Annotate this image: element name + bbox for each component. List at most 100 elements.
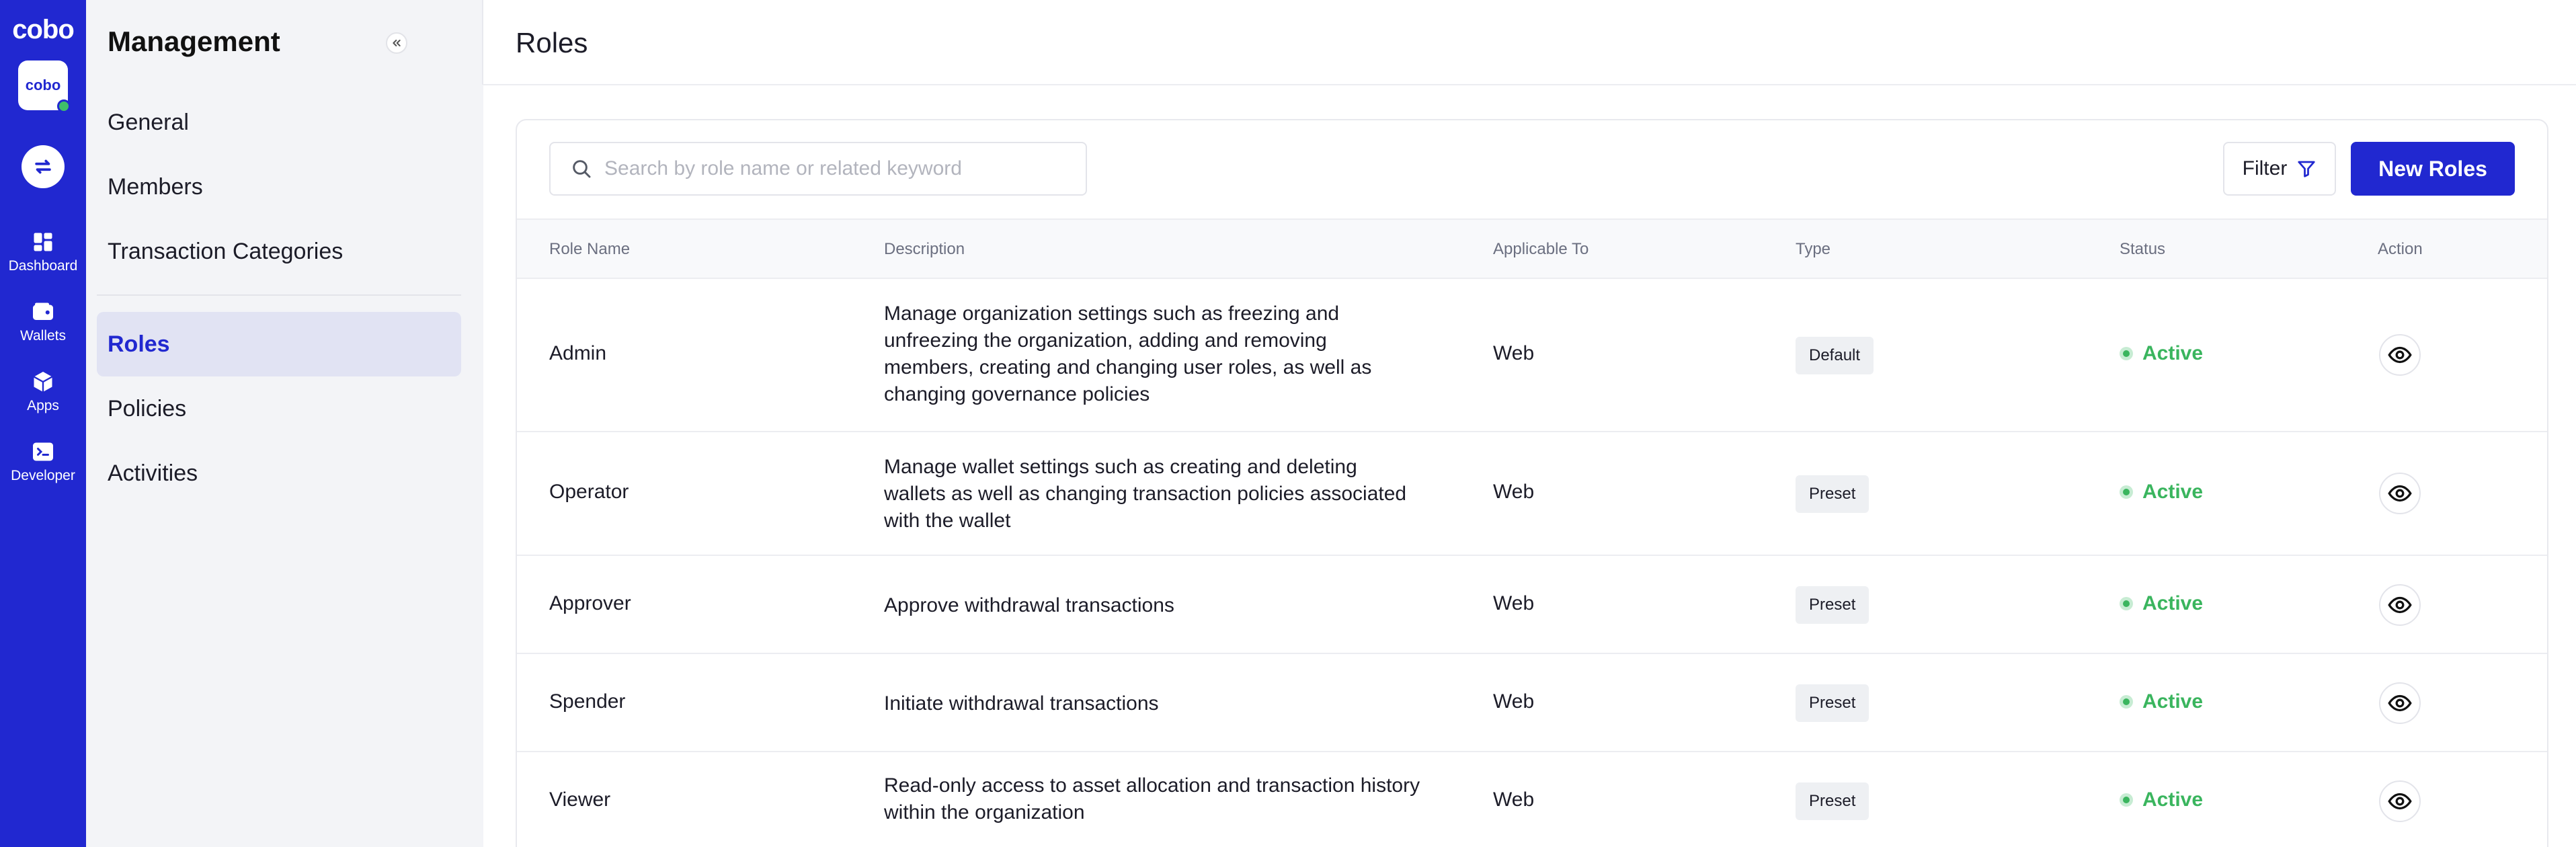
sidebar-item-policies[interactable]: Policies [97,376,461,441]
main-content: Roles Filter New Roles Role Name Descrip… [483,0,2576,847]
management-sidebar: Management General Members Transaction C… [86,0,483,847]
table-row: Viewer Read-only access to asset allocat… [517,752,2547,847]
column-header-action: Action [2378,240,2423,258]
view-role-button[interactable] [2379,473,2421,514]
new-roles-button[interactable]: New Roles [2351,142,2515,196]
column-header-status: Status [2120,240,2166,258]
column-header-applicable-to: Applicable To [1493,240,1589,258]
role-description: Approve withdrawal transactions [884,594,1174,616]
sidebar-item-roles[interactable]: Roles [97,312,461,376]
status-indicator: Active [2120,690,2203,713]
eye-icon [2388,694,2412,712]
wallet-icon [33,302,53,320]
sidebar-item-members[interactable]: Members [97,155,461,219]
cobo-logo[interactable]: cobo [0,15,86,45]
sidebar-item-activities[interactable]: Activities [97,441,461,506]
column-header-description: Description [884,240,965,258]
swap-icon [35,159,51,174]
applicable-to: Web [1493,481,1535,503]
table-row: Admin Manage organization settings such … [517,279,2547,432]
eye-icon [2388,346,2412,364]
view-role-button[interactable] [2379,682,2421,724]
role-name: Operator [549,481,629,503]
status-label: Active [2142,789,2204,811]
sidebar-title: Management [108,26,280,57]
status-dot-icon [2120,485,2133,499]
column-header-type: Type [1796,240,1831,258]
status-indicator: Active [2120,592,2203,615]
rail-item-developer[interactable]: Developer [0,440,86,484]
sidebar-item-transaction-categories[interactable]: Transaction Categories [97,219,461,284]
role-name: Viewer [549,789,611,811]
role-name: Spender [549,690,626,713]
filter-label: Filter [2242,157,2288,179]
applicable-to: Web [1493,690,1535,713]
search-input[interactable] [604,157,1061,180]
rail-item-label: Developer [11,468,75,483]
page-header: Roles [483,0,2576,85]
rail-item-label: Wallets [19,328,67,344]
status-indicator: Active [2120,342,2203,365]
status-dot-icon [2120,597,2133,610]
eye-icon [2388,596,2412,614]
status-dot-icon [2120,793,2133,807]
filter-icon [2298,161,2315,177]
collapse-sidebar-button[interactable] [386,32,407,54]
sidebar-menu: General Members Transaction Categories R… [86,85,483,847]
status-label: Active [2142,592,2204,614]
filter-button[interactable]: Filter [2223,142,2336,196]
type-badge: Preset [1796,782,1869,820]
table-row: Spender Initiate withdrawal transactions… [517,654,2547,752]
type-badge: Default [1796,337,1874,374]
online-status-dot [57,99,71,113]
sidebar-item-general[interactable]: General [97,90,461,155]
rail-item-wallets[interactable]: Wallets [0,300,86,344]
app-rail: cobo cobo Dashboard Wallets Apps Develop… [0,0,86,847]
view-role-button[interactable] [2379,780,2421,822]
status-label: Active [2142,342,2204,364]
table-header: Role Name Description Applicable To Type… [517,218,2547,279]
org-avatar-label: cobo [25,77,61,93]
status-label: Active [2142,690,2204,713]
roles-card: Filter New Roles Role Name Description A… [516,119,2548,847]
type-badge: Preset [1796,475,1869,513]
applicable-to: Web [1493,789,1535,811]
status-dot-icon [2120,347,2133,360]
type-badge: Preset [1796,684,1869,722]
rail-item-apps[interactable]: Apps [0,370,86,414]
role-description: Read-only access to asset allocation and… [884,774,1420,823]
role-name: Approver [549,592,631,614]
role-name: Admin [549,342,607,364]
sidebar-divider [97,294,461,296]
view-role-button[interactable] [2379,584,2421,626]
applicable-to: Web [1493,592,1535,614]
eye-icon [2388,793,2412,810]
role-description: Manage organization settings such as fre… [884,302,1372,405]
search-box[interactable] [549,142,1087,196]
page-title: Roles [516,27,588,58]
dashboard-icon [34,233,52,251]
column-header-role-name[interactable]: Role Name [549,240,630,259]
cube-icon [33,372,53,392]
status-indicator: Active [2120,789,2203,811]
switch-org-button[interactable] [22,145,65,188]
rail-item-label: Dashboard [8,258,78,274]
table-toolbar: Filter New Roles [517,120,2547,218]
table-row: Operator Manage wallet settings such as … [517,432,2547,556]
search-icon [573,160,591,178]
eye-icon [2388,485,2412,502]
status-indicator: Active [2120,481,2203,503]
rail-item-label: Apps [27,398,59,413]
view-role-button[interactable] [2379,334,2421,376]
table-row: Approver Approve withdrawal transactions… [517,556,2547,654]
rail-item-dashboard[interactable]: Dashboard [0,230,86,274]
type-badge: Preset [1796,586,1869,624]
status-dot-icon [2120,695,2133,709]
status-label: Active [2142,481,2204,503]
org-avatar[interactable]: cobo [18,61,71,113]
role-description: Initiate withdrawal transactions [884,692,1159,715]
terminal-icon [33,442,53,461]
chevrons-left-icon [393,40,401,46]
role-description: Manage wallet settings such as creating … [884,456,1407,532]
applicable-to: Web [1493,342,1535,364]
